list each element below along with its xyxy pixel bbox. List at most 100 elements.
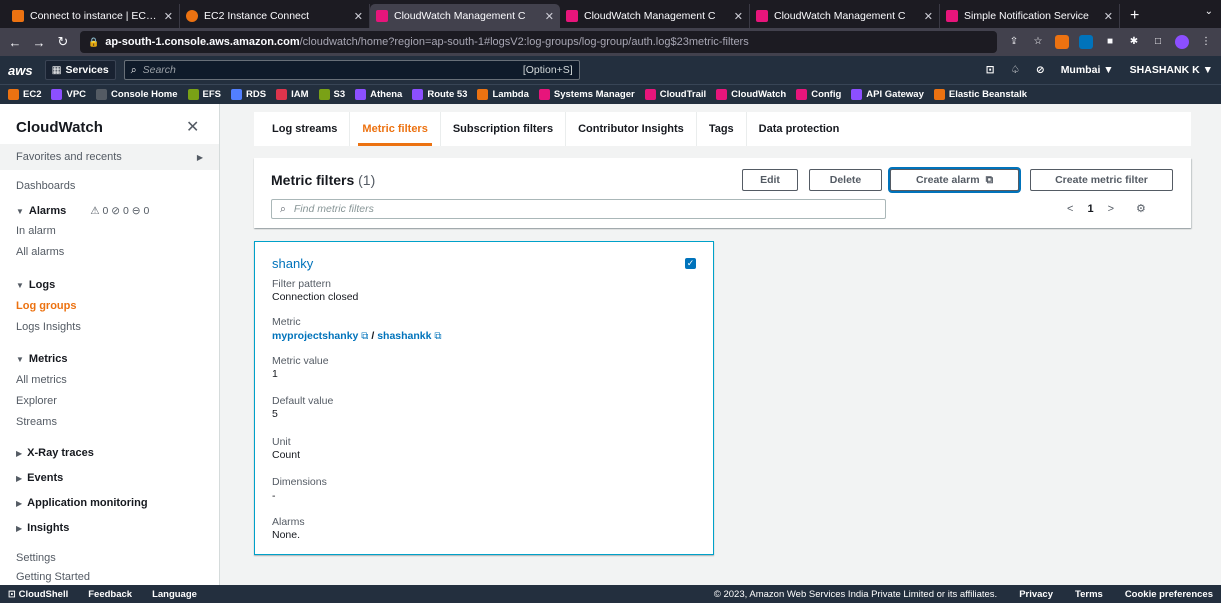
checkbox-checked-icon[interactable]: ✓ bbox=[685, 258, 696, 269]
sidebar-section-logs[interactable]: ▼ Logs bbox=[16, 279, 55, 291]
bookmark-ec2[interactable]: EC2 bbox=[8, 89, 41, 100]
bookmark-elastic-beanstalk[interactable]: Elastic Beanstalk bbox=[933, 89, 1027, 100]
close-icon[interactable]: ✕ bbox=[924, 10, 933, 23]
close-icon[interactable]: ✕ bbox=[354, 10, 363, 23]
chevron-right-icon[interactable]: > bbox=[1108, 203, 1114, 215]
services-menu-button[interactable]: ▦ Services bbox=[44, 60, 116, 80]
metric-filter-card[interactable]: shanky ✓ Filter pattern Connection close… bbox=[254, 241, 714, 555]
sidebar-item-in-alarm[interactable]: In alarm bbox=[16, 225, 56, 237]
filter-pattern-label: Filter pattern bbox=[272, 278, 331, 290]
bookmark-efs[interactable]: EFS bbox=[187, 89, 221, 100]
chevron-left-icon[interactable]: < bbox=[1067, 203, 1073, 215]
address-bar[interactable]: 🔒 ap-south-1.console.aws.amazon.com/clou… bbox=[80, 31, 997, 53]
tab-tags[interactable]: Tags bbox=[697, 112, 747, 146]
reload-icon[interactable]: ↻ bbox=[56, 34, 70, 50]
cookie-preferences-link[interactable]: Cookie preferences bbox=[1125, 589, 1213, 600]
close-icon[interactable]: ✕ bbox=[545, 10, 554, 23]
close-icon[interactable]: ✕ bbox=[164, 10, 173, 23]
cloudshell-button[interactable]: ⊡ CloudShell bbox=[8, 589, 68, 600]
back-arrow-icon[interactable]: ← bbox=[8, 35, 22, 50]
tab-subscription-filters[interactable]: Subscription filters bbox=[441, 112, 567, 146]
sidebar-item-explorer[interactable]: Explorer bbox=[16, 395, 57, 407]
extension-icon[interactable] bbox=[1079, 35, 1093, 49]
browser-tab-title: Connect to instance | EC2 M bbox=[30, 10, 158, 22]
find-metric-filters-input[interactable]: ⌕ Find metric filters bbox=[271, 199, 886, 219]
bookmark-s3[interactable]: S3 bbox=[318, 89, 345, 100]
profile-icon[interactable] bbox=[1175, 35, 1189, 49]
region-selector[interactable]: Mumbai ▼ bbox=[1061, 64, 1114, 76]
share-icon[interactable]: ⇪ bbox=[1007, 35, 1021, 49]
aws-logo[interactable]: aws bbox=[8, 63, 33, 78]
metric-name-link[interactable]: shashankk bbox=[377, 330, 431, 342]
favorites-and-recents[interactable]: Favorites and recents ▶ bbox=[0, 144, 219, 170]
browser-tab-active[interactable]: CloudWatch Management C ✕ bbox=[370, 4, 560, 28]
dimensions-value: - bbox=[272, 490, 276, 502]
cloudshell-icon[interactable]: ⊡ bbox=[986, 64, 995, 76]
bookmark-cloudtrail[interactable]: CloudTrail bbox=[644, 89, 706, 100]
new-tab-icon[interactable]: + bbox=[1120, 4, 1149, 28]
sidebar-section-application-monitoring[interactable]: ▶ Application monitoring bbox=[16, 497, 148, 509]
page-number[interactable]: 1 bbox=[1087, 203, 1093, 215]
log-group-tabs: Log streams Metric filters Subscription … bbox=[254, 112, 1191, 146]
bookmark-rds[interactable]: RDS bbox=[231, 89, 266, 100]
bookmark-vpc[interactable]: VPC bbox=[51, 89, 86, 100]
bookmark-route53[interactable]: Route 53 bbox=[412, 89, 467, 100]
browser-tab[interactable]: Connect to instance | EC2 M ✕ bbox=[6, 4, 180, 28]
search-input[interactable]: ⌕ Search [Option+S] bbox=[123, 60, 580, 80]
extension-icon[interactable] bbox=[1055, 35, 1069, 49]
bookmark-systems-manager[interactable]: Systems Manager bbox=[538, 89, 635, 100]
help-icon[interactable]: ⊘ bbox=[1036, 64, 1045, 76]
terms-link[interactable]: Terms bbox=[1075, 589, 1103, 600]
bookmark-athena[interactable]: Athena bbox=[355, 89, 402, 100]
tab-log-streams[interactable]: Log streams bbox=[260, 112, 351, 146]
sidebar-item-all-metrics[interactable]: All metrics bbox=[16, 374, 67, 386]
metric-namespace-link[interactable]: myprojectshanky bbox=[272, 330, 358, 342]
sidebar-icon[interactable]: □ bbox=[1151, 35, 1165, 49]
gear-icon[interactable]: ⚙ bbox=[1136, 202, 1146, 215]
star-icon[interactable]: ☆ bbox=[1031, 35, 1045, 49]
tab-metric-filters[interactable]: Metric filters bbox=[350, 112, 441, 146]
sidebar-item-dashboards[interactable]: Dashboards bbox=[16, 180, 75, 192]
edit-button[interactable]: Edit bbox=[742, 169, 798, 191]
bell-icon[interactable]: ♤ bbox=[1010, 64, 1019, 76]
browser-tab[interactable]: CloudWatch Management C ✕ bbox=[750, 4, 940, 28]
sidebar-item-streams[interactable]: Streams bbox=[16, 416, 57, 428]
menu-icon[interactable]: ⋮ bbox=[1199, 35, 1213, 49]
chevron-down-icon[interactable]: ⌄ bbox=[1205, 6, 1213, 17]
sidebar-item-settings[interactable]: Settings bbox=[16, 552, 56, 564]
bookmark-cloudwatch[interactable]: CloudWatch bbox=[716, 89, 786, 100]
feedback-link[interactable]: Feedback bbox=[88, 589, 132, 600]
create-metric-filter-button[interactable]: Create metric filter bbox=[1030, 169, 1173, 191]
browser-tab[interactable]: CloudWatch Management C ✕ bbox=[560, 4, 750, 28]
privacy-link[interactable]: Privacy bbox=[1019, 589, 1053, 600]
tab-contributor-insights[interactable]: Contributor Insights bbox=[566, 112, 697, 146]
browser-tab[interactable]: EC2 Instance Connect ✕ bbox=[180, 4, 370, 28]
filter-name[interactable]: shanky bbox=[272, 256, 313, 271]
create-alarm-button[interactable]: Create alarm ⧉ bbox=[890, 169, 1019, 191]
sidebar-section-insights[interactable]: ▶ Insights bbox=[16, 522, 69, 534]
language-link[interactable]: Language bbox=[152, 589, 197, 600]
extension-icon[interactable]: ■ bbox=[1103, 35, 1117, 49]
close-icon[interactable]: ✕ bbox=[186, 117, 199, 137]
account-menu[interactable]: SHASHANK K ▼ bbox=[1130, 64, 1213, 76]
sidebar-item-log-groups[interactable]: Log groups bbox=[16, 300, 77, 312]
sidebar-section-alarms[interactable]: ▼ Alarms ⚠ 0 ⊘ 0 ⊖ 0 bbox=[16, 205, 149, 217]
bookmark-config[interactable]: Config bbox=[796, 89, 841, 100]
sidebar-item-all-alarms[interactable]: All alarms bbox=[16, 246, 64, 258]
bookmark-lambda[interactable]: Lambda bbox=[477, 89, 529, 100]
sidebar-section-metrics[interactable]: ▼ Metrics bbox=[16, 353, 67, 365]
puzzle-icon[interactable]: ✱ bbox=[1127, 35, 1141, 49]
bookmark-console-home[interactable]: Console Home bbox=[96, 89, 178, 100]
close-icon[interactable]: ✕ bbox=[734, 10, 743, 23]
delete-button[interactable]: Delete bbox=[809, 169, 882, 191]
sidebar-section-events[interactable]: ▶ Events bbox=[16, 472, 63, 484]
close-icon[interactable]: ✕ bbox=[1104, 10, 1113, 23]
bookmark-api-gateway[interactable]: API Gateway bbox=[851, 89, 924, 100]
bookmark-iam[interactable]: IAM bbox=[276, 89, 309, 100]
sidebar-item-getting-started[interactable]: Getting Started bbox=[16, 571, 90, 583]
browser-tab[interactable]: Simple Notification Service ✕ bbox=[940, 4, 1120, 28]
forward-arrow-icon[interactable]: → bbox=[32, 35, 46, 50]
sidebar-section-xray[interactable]: ▶ X-Ray traces bbox=[16, 447, 94, 459]
sidebar-item-logs-insights[interactable]: Logs Insights bbox=[16, 321, 81, 333]
tab-data-protection[interactable]: Data protection bbox=[747, 112, 852, 146]
